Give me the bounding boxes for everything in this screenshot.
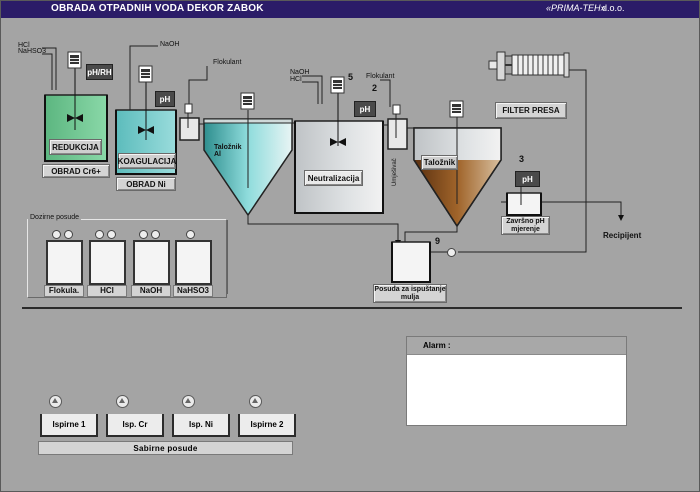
dosing-pump-naoh-2-icon[interactable]	[151, 230, 160, 239]
dosing-label-naoh: NaOH	[131, 285, 171, 297]
dosing-pump-naoh-1-icon[interactable]	[139, 230, 148, 239]
rinse-2-indicator-icon[interactable]	[249, 395, 262, 408]
final-ph-vessel[interactable]	[506, 185, 542, 216]
vertical-mixer	[383, 104, 417, 150]
dosing-pump-hcl-2-icon[interactable]	[107, 230, 116, 239]
valve-icon[interactable]	[447, 248, 456, 257]
filter-press-label[interactable]: FILTER PRESA	[495, 102, 567, 119]
sludge-vessel[interactable]	[391, 241, 431, 283]
collection-vessels-label: Sabirne posude	[38, 441, 293, 455]
dosing-label-nahso3: NaHSO3	[173, 285, 213, 297]
dosing-title: Dozirne posude	[28, 214, 82, 221]
final-ph-label-1: Završno pH	[506, 217, 545, 225]
final-ph-label-2: mjerenje	[511, 225, 540, 233]
dosing-label-hcl: HCl	[87, 285, 127, 297]
rinse-vessel-2[interactable]: Ispirne 2	[238, 414, 296, 437]
settler-motor-icon[interactable]	[449, 100, 464, 118]
coagulation-motor-icon[interactable]	[138, 65, 153, 83]
coagulation-ph-sensor[interactable]: pH	[155, 91, 175, 107]
neutralization-label[interactable]: Neutralizacija	[304, 170, 363, 186]
nahso3-label: NaHSO3	[18, 48, 47, 55]
rinse-vessel-ni[interactable]: Isp. Ni	[172, 414, 230, 437]
settler-label[interactable]: Taložnik	[421, 155, 458, 170]
rinse-1-indicator-icon[interactable]	[49, 395, 62, 408]
recipient-label: Recipijent	[603, 231, 642, 240]
naoh-neut-label: NaOH	[290, 69, 310, 76]
dosing-pump-nahso3-icon[interactable]	[186, 230, 195, 239]
settler-al-label-1: Taložnik	[214, 144, 242, 151]
sludge-number: 9	[435, 236, 441, 246]
mixer-number: 2	[372, 83, 378, 93]
dosing-vessel-hcl[interactable]	[89, 240, 126, 285]
flokulant-neut-label: Flokulant	[366, 73, 395, 80]
coagulation-caption: OBRAD Ni	[116, 177, 176, 191]
rinse-ni-indicator-icon[interactable]	[182, 395, 195, 408]
naoh-top-label: NaOH	[160, 41, 180, 48]
flokulant-top-label: Flokulant	[213, 59, 242, 66]
coagulation-label[interactable]: KOAGULACIJA	[118, 153, 176, 169]
sludge-label-1: Posuda za ispuštanje	[374, 285, 446, 293]
reduction-motor-icon[interactable]	[67, 51, 82, 69]
settler-number: 3	[519, 154, 525, 164]
reduction-ph-rh-sensor[interactable]: pH/RH	[86, 64, 113, 80]
dosing-vessel-flokulant[interactable]	[46, 240, 83, 285]
reduction-label[interactable]: REDUKCIJA	[49, 139, 102, 155]
settler-al-tank[interactable]	[203, 110, 293, 217]
neutralization-ph-sensor[interactable]: pH	[354, 101, 376, 117]
rinse-vessel-1[interactable]: Ispirne 1	[40, 414, 98, 437]
dosing-pump-flokulant-2-icon[interactable]	[64, 230, 73, 239]
settler-al-label-2: Al	[214, 151, 221, 158]
rinse-vessel-cr[interactable]: Isp. Cr	[106, 414, 164, 437]
sludge-label-2: mulja	[400, 293, 420, 301]
settler-al-motor-icon[interactable]	[240, 92, 255, 110]
dosing-pump-hcl-1-icon[interactable]	[95, 230, 104, 239]
dosing-pump-flokulant-1-icon[interactable]	[52, 230, 61, 239]
dosing-vessel-nahso3[interactable]	[175, 240, 212, 285]
rinse-cr-indicator-icon[interactable]	[116, 395, 129, 408]
mixer-label: Umješivač	[392, 158, 398, 186]
dosing-vessel-naoh[interactable]	[133, 240, 170, 285]
dosing-label-flokulant: Flokula.	[44, 285, 84, 297]
neutralization-number: 5	[348, 72, 354, 82]
hcl-neut-label: HCl	[290, 76, 302, 83]
reduction-caption: OBRAD Cr6+	[42, 164, 110, 178]
neutralization-motor-icon[interactable]	[330, 76, 345, 94]
alarm-title: Alarm :	[407, 337, 626, 355]
filter-press[interactable]	[488, 51, 570, 81]
final-ph-sensor[interactable]: pH	[515, 171, 540, 187]
alarm-panel[interactable]: Alarm :	[406, 336, 627, 426]
final-ph-label: Završno pH mjerenje	[501, 216, 550, 235]
settler-tank[interactable]	[413, 117, 502, 228]
section-divider	[22, 307, 682, 309]
sludge-label: Posuda za ispuštanje mulja	[373, 284, 447, 303]
